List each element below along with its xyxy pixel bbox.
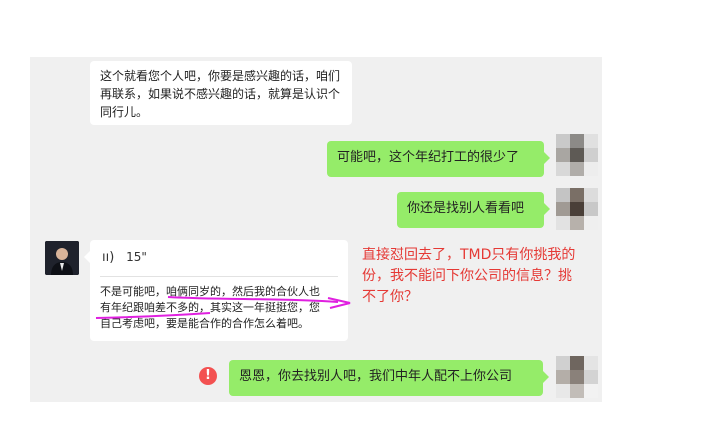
annotation-line: 不了你？ [362,289,418,305]
annotation-line: 份，我不能问下你公司的信息？挑 [362,268,572,284]
send-failed-icon[interactable]: ! [199,367,217,385]
self-avatar[interactable] [556,356,598,398]
annotation-line: 直接怼回去了，TMD只有你挑我的 [362,247,576,263]
sent-message[interactable]: 恩恩，你去找别人吧，我们中年人配不上你公司 [229,360,549,396]
annotation-text: 直接怼回去了，TMD只有你挑我的 份，我不能问下你公司的信息？挑 不了你？ [362,245,622,308]
message-text: 恩恩，你去找别人吧，我们中年人配不上你公司 [239,369,513,384]
